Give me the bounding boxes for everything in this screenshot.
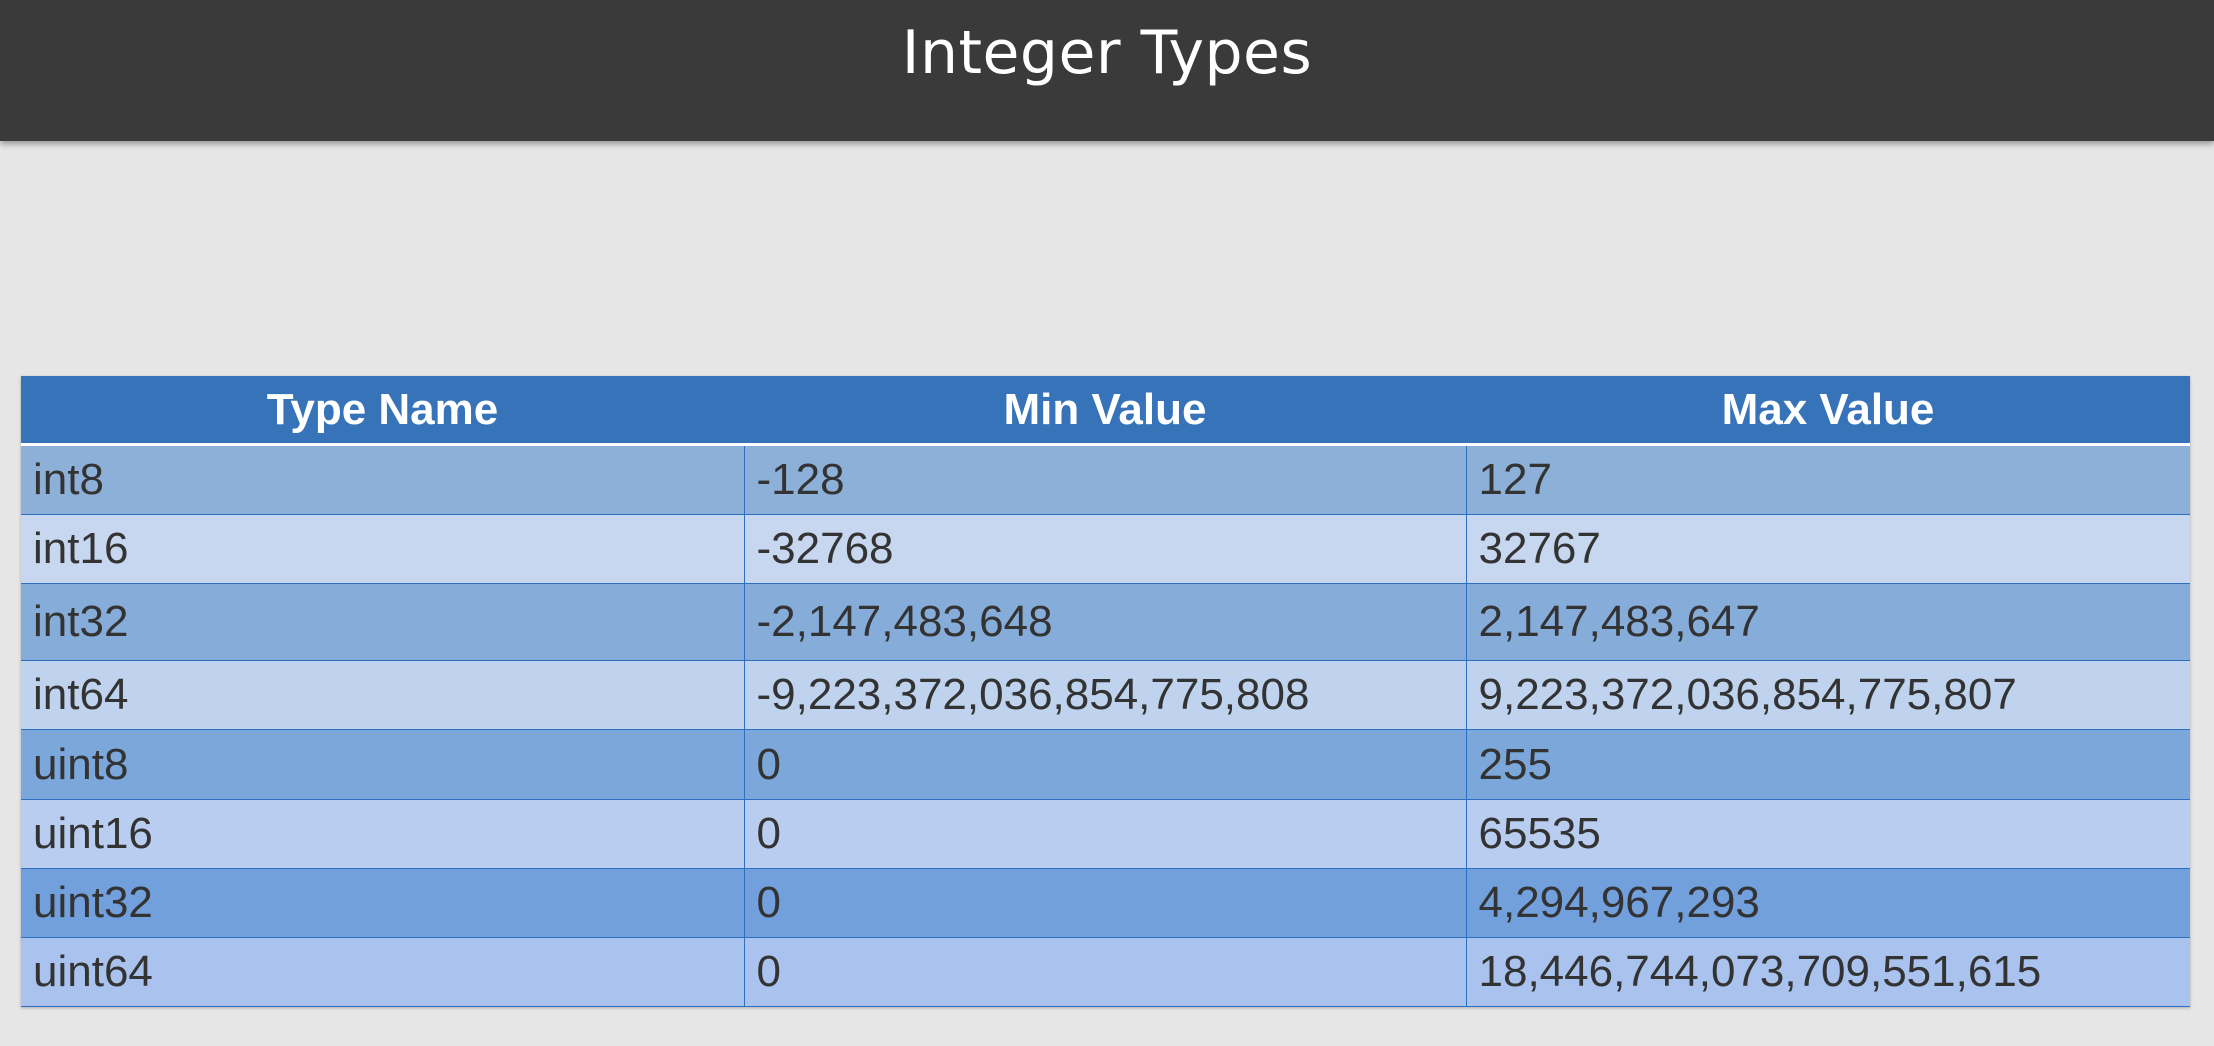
table-header-row: Type Name Min Value Max Value [21, 376, 2190, 446]
title-bar: Integer Types [0, 0, 2214, 141]
header-min-value: Min Value [744, 376, 1466, 446]
min-value-cell: -2,147,483,648 [743, 583, 1466, 661]
min-value-cell: -32768 [743, 514, 1466, 584]
type-name-cell: int8 [21, 444, 744, 515]
max-value-cell: 32767 [1465, 514, 2190, 584]
max-value-cell: 2,147,483,647 [1465, 583, 2190, 661]
type-name-cell: uint16 [21, 799, 744, 869]
min-value-cell: 0 [743, 729, 1466, 800]
table-row: uint8 0 255 [21, 729, 2190, 800]
integer-types-table: Type Name Min Value Max Value int8 -128 … [21, 376, 2190, 1007]
table-row: int16 -32768 32767 [21, 514, 2190, 584]
header-max-value: Max Value [1466, 376, 2190, 446]
max-value-cell: 255 [1465, 729, 2190, 800]
slide-title: Integer Types [901, 18, 1313, 88]
type-name-cell: uint64 [21, 937, 744, 1007]
min-value-cell: -9,223,372,036,854,775,808 [743, 660, 1466, 730]
min-value-cell: 0 [743, 799, 1466, 869]
max-value-cell: 9,223,372,036,854,775,807 [1465, 660, 2190, 730]
type-name-cell: uint8 [21, 729, 744, 800]
type-name-cell: uint32 [21, 868, 744, 938]
table-row: int8 -128 127 [21, 444, 2190, 515]
type-name-cell: int16 [21, 514, 744, 584]
header-type-name: Type Name [21, 376, 744, 446]
min-value-cell: 0 [743, 868, 1466, 938]
min-value-cell: -128 [743, 444, 1466, 515]
table-row: uint32 0 4,294,967,293 [21, 868, 2190, 938]
table-row: int32 -2,147,483,648 2,147,483,647 [21, 583, 2190, 661]
max-value-cell: 4,294,967,293 [1465, 868, 2190, 938]
max-value-cell: 18,446,744,073,709,551,615 [1465, 937, 2190, 1007]
table-row: int64 -9,223,372,036,854,775,808 9,223,3… [21, 660, 2190, 730]
min-value-cell: 0 [743, 937, 1466, 1007]
max-value-cell: 127 [1465, 444, 2190, 515]
max-value-cell: 65535 [1465, 799, 2190, 869]
type-name-cell: int64 [21, 660, 744, 730]
type-name-cell: int32 [21, 583, 744, 661]
table-row: uint16 0 65535 [21, 799, 2190, 869]
table-row: uint64 0 18,446,744,073,709,551,615 [21, 937, 2190, 1007]
